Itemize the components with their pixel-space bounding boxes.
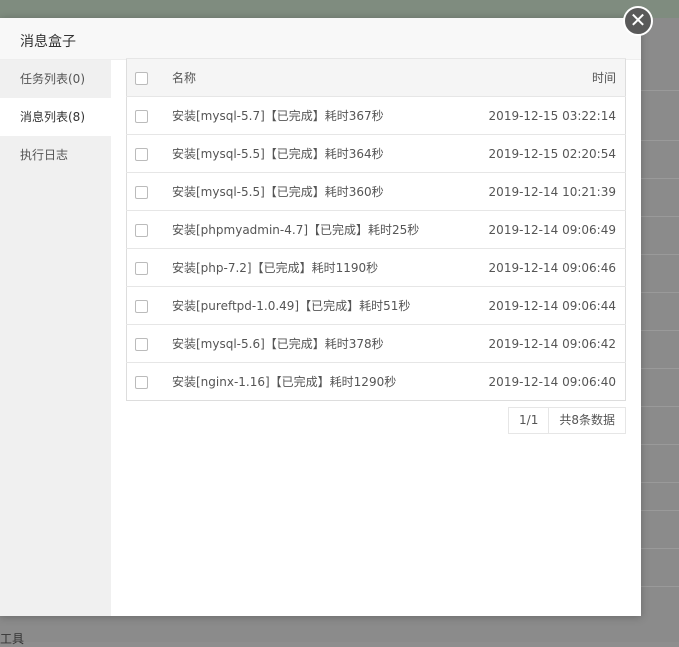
message-time: 2019-12-14 09:06:42 xyxy=(463,324,626,363)
row-checkbox[interactable] xyxy=(135,109,148,123)
background-divider xyxy=(641,444,679,445)
table-row: 安装[mysql-5.5]【已完成】耗时360秒 2019-12-14 10:2… xyxy=(126,172,626,211)
checkbox-cell xyxy=(126,286,166,325)
sidebar-item-message-list[interactable]: 消息列表(8) xyxy=(0,98,111,136)
background-divider xyxy=(641,254,679,255)
background-divider xyxy=(641,178,679,179)
message-time: 2019-12-15 02:20:54 xyxy=(463,134,626,173)
background-tools-label: 工具 xyxy=(0,632,25,646)
background-divider xyxy=(641,586,679,587)
table-header-row: 名称 时间 xyxy=(126,58,626,97)
checkbox-cell xyxy=(126,248,166,287)
checkbox-cell xyxy=(126,134,166,173)
table-row: 安装[phpmyadmin-4.7]【已完成】耗时25秒 2019-12-14 … xyxy=(126,210,626,249)
column-header-name: 名称 xyxy=(166,58,464,97)
message-name: 安装[mysql-5.5]【已完成】耗时364秒 xyxy=(166,134,464,173)
message-name: 安装[mysql-5.7]【已完成】耗时367秒 xyxy=(166,96,464,135)
message-time: 2019-12-15 03:22:14 xyxy=(463,96,626,135)
sidebar-item-execution-log[interactable]: 执行日志 xyxy=(0,136,111,174)
background-divider xyxy=(641,406,679,407)
message-name: 安装[mysql-5.6]【已完成】耗时378秒 xyxy=(166,324,464,363)
message-name: 安装[mysql-5.5]【已完成】耗时360秒 xyxy=(166,172,464,211)
table-row: 安装[mysql-5.7]【已完成】耗时367秒 2019-12-15 03:2… xyxy=(126,96,626,135)
background-divider xyxy=(641,482,679,483)
checkbox-cell xyxy=(126,324,166,363)
row-checkbox[interactable] xyxy=(135,375,148,389)
background-divider xyxy=(641,216,679,217)
message-time: 2019-12-14 10:21:39 xyxy=(463,172,626,211)
checkbox-cell xyxy=(126,210,166,249)
message-name: 安装[php-7.2]【已完成】耗时1190秒 xyxy=(166,248,464,287)
sidebar-item-task-list[interactable]: 任务列表(0) xyxy=(0,60,111,98)
row-checkbox[interactable] xyxy=(135,261,148,275)
message-time: 2019-12-14 09:06:40 xyxy=(463,362,626,401)
message-table-container: 名称 时间 安装[mysql-5.7]【已完成】耗时367秒 2019-12-1… xyxy=(126,58,626,434)
table-row: 安装[nginx-1.16]【已完成】耗时1290秒 2019-12-14 09… xyxy=(126,362,626,401)
row-checkbox[interactable] xyxy=(135,223,148,237)
table-row: 安装[mysql-5.6]【已完成】耗时378秒 2019-12-14 09:0… xyxy=(126,324,626,363)
message-table: 名称 时间 安装[mysql-5.7]【已完成】耗时367秒 2019-12-1… xyxy=(126,58,626,401)
row-checkbox[interactable] xyxy=(135,337,148,351)
background-divider xyxy=(641,140,679,141)
background-divider xyxy=(641,510,679,511)
select-all-checkbox[interactable] xyxy=(135,71,148,85)
message-time: 2019-12-14 09:06:46 xyxy=(463,248,626,287)
total-count: 共8条数据 xyxy=(548,408,625,433)
background-divider xyxy=(641,90,679,91)
background-divider xyxy=(641,330,679,331)
row-checkbox[interactable] xyxy=(135,185,148,199)
table-row: 安装[php-7.2]【已完成】耗时1190秒 2019-12-14 09:06… xyxy=(126,248,626,287)
select-all-cell xyxy=(126,58,166,97)
row-checkbox[interactable] xyxy=(135,299,148,313)
message-name: 安装[phpmyadmin-4.7]【已完成】耗时25秒 xyxy=(166,210,464,249)
checkbox-cell xyxy=(126,362,166,401)
table-row: 安装[mysql-5.5]【已完成】耗时364秒 2019-12-15 02:2… xyxy=(126,134,626,173)
table-row: 安装[pureftpd-1.0.49]【已完成】耗时51秒 2019-12-14… xyxy=(126,286,626,325)
message-time: 2019-12-14 09:06:44 xyxy=(463,286,626,325)
dialog-header: 消息盒子 xyxy=(0,18,641,60)
pagination: 1/1 共8条数据 xyxy=(508,407,626,434)
column-header-time: 时间 xyxy=(463,58,626,97)
checkbox-cell xyxy=(126,172,166,211)
background-divider xyxy=(641,292,679,293)
background-header xyxy=(0,0,679,18)
checkbox-cell xyxy=(126,96,166,135)
page-indicator[interactable]: 1/1 xyxy=(509,408,548,433)
background-divider xyxy=(641,548,679,549)
message-name: 安装[nginx-1.16]【已完成】耗时1290秒 xyxy=(166,362,464,401)
message-time: 2019-12-14 09:06:49 xyxy=(463,210,626,249)
close-icon[interactable]: ✕ xyxy=(623,6,653,36)
message-name: 安装[pureftpd-1.0.49]【已完成】耗时51秒 xyxy=(166,286,464,325)
background-footer xyxy=(0,616,641,642)
dialog-sidebar: 任务列表(0) 消息列表(8) 执行日志 xyxy=(0,60,111,616)
row-checkbox[interactable] xyxy=(135,147,148,161)
dialog-title: 消息盒子 xyxy=(20,34,76,50)
background-divider xyxy=(641,368,679,369)
